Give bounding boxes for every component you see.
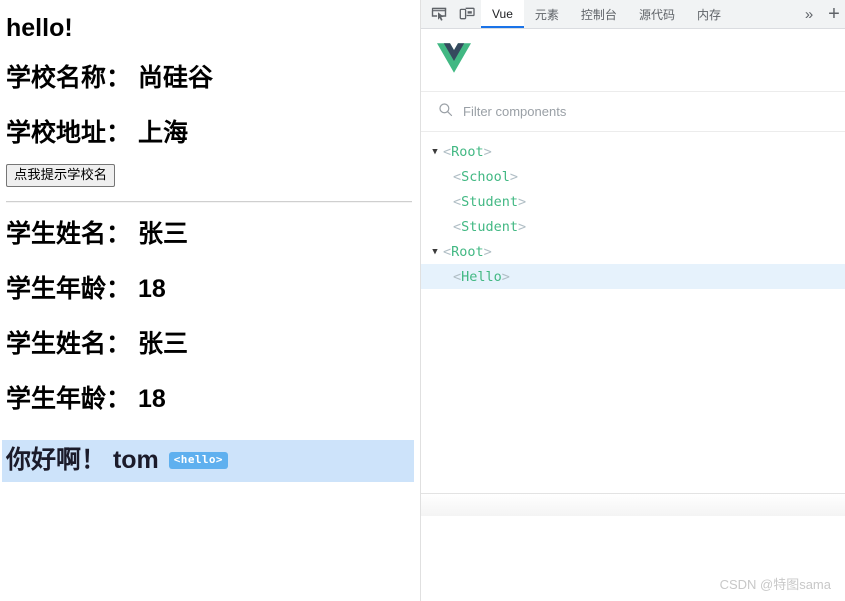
chevron-down-icon[interactable]: ▼ bbox=[427, 147, 443, 157]
tab-vue[interactable]: Vue bbox=[481, 0, 524, 28]
component-filter-row[interactable] bbox=[421, 92, 845, 132]
filter-components-input[interactable] bbox=[463, 104, 713, 119]
toolbar-spacer bbox=[732, 0, 795, 28]
tag-close-bracket: > bbox=[518, 219, 526, 235]
vue-logo-icon bbox=[437, 43, 471, 78]
spacer bbox=[6, 147, 412, 164]
vue-devtools-logo-area bbox=[421, 29, 845, 92]
chevron-down-icon[interactable]: ▼ bbox=[427, 247, 443, 257]
hello-tag-badge: <hello> bbox=[169, 452, 228, 469]
tab-elements[interactable]: 元素 bbox=[524, 0, 570, 28]
spacer bbox=[6, 92, 412, 119]
spacer bbox=[6, 358, 412, 385]
tag-open-bracket: < bbox=[453, 269, 461, 285]
rendered-page-pane: hello! 学校名称： 尚硅谷 学校地址： 上海 点我提示学校名 学生姓名： … bbox=[0, 0, 420, 601]
spacer bbox=[6, 303, 412, 330]
device-toolbar-icon[interactable] bbox=[453, 0, 481, 28]
tag-close-bracket: > bbox=[518, 194, 526, 210]
devtools-pane: Vue 元素 控制台 源代码 内存 » + bbox=[420, 0, 845, 601]
tag-open-bracket: < bbox=[453, 194, 461, 210]
spacer bbox=[6, 42, 412, 64]
devtools-bottom-bar bbox=[421, 493, 845, 516]
tag-open-bracket: < bbox=[443, 244, 451, 260]
tag-open-bracket: < bbox=[453, 169, 461, 185]
more-tabs-chevron-icon[interactable]: » bbox=[795, 0, 823, 28]
tag-open-bracket: < bbox=[453, 219, 461, 235]
school-address-line: 学校地址： 上海 bbox=[6, 119, 412, 147]
spacer bbox=[6, 413, 412, 440]
school-name-line: 学校名称： 尚硅谷 bbox=[6, 64, 412, 92]
hello-component-row: 你好啊！ tom <hello> bbox=[2, 440, 414, 483]
tree-row[interactable]: <Student> bbox=[421, 189, 845, 214]
tree-node-label: Root bbox=[451, 244, 484, 260]
student-1-name-line: 学生姓名： 张三 bbox=[6, 220, 412, 248]
tag-close-bracket: > bbox=[502, 269, 510, 285]
search-icon bbox=[438, 102, 453, 122]
tree-node-label: Root bbox=[451, 144, 484, 160]
tree-row[interactable]: <Student> bbox=[421, 214, 845, 239]
student-2-name-line: 学生姓名： 张三 bbox=[6, 330, 412, 358]
tree-node-label: Hello bbox=[461, 269, 502, 285]
tree-node-label: Student bbox=[461, 194, 518, 210]
tree-row-selected[interactable]: <Hello> bbox=[421, 264, 845, 289]
tree-row[interactable]: ▼ <Root> bbox=[421, 139, 845, 164]
tag-close-bracket: > bbox=[510, 169, 518, 185]
app-root: hello! 学校名称： 尚硅谷 学校地址： 上海 点我提示学校名 学生姓名： … bbox=[0, 0, 845, 601]
spacer bbox=[6, 248, 412, 275]
tree-node-label: Student bbox=[461, 219, 518, 235]
devtools-toolbar: Vue 元素 控制台 源代码 内存 » + bbox=[421, 0, 845, 29]
hello-greeting-text: 你好啊！ tom bbox=[6, 447, 159, 475]
tree-row[interactable]: <School> bbox=[421, 164, 845, 189]
page-title: hello! bbox=[6, 0, 412, 42]
tag-open-bracket: < bbox=[443, 144, 451, 160]
student-2-age-line: 学生年龄： 18 bbox=[6, 385, 412, 413]
tab-sources[interactable]: 源代码 bbox=[628, 0, 686, 28]
tree-node-label: School bbox=[461, 169, 510, 185]
show-school-name-button[interactable]: 点我提示学校名 bbox=[6, 164, 115, 187]
tab-console[interactable]: 控制台 bbox=[570, 0, 628, 28]
tree-row[interactable]: ▼ <Root> bbox=[421, 239, 845, 264]
student-1-age-line: 学生年龄： 18 bbox=[6, 275, 412, 303]
tag-close-bracket: > bbox=[484, 244, 492, 260]
inspect-element-icon[interactable] bbox=[425, 0, 453, 28]
component-tree: ▼ <Root> <School> <Student> <Student> ▼ … bbox=[421, 132, 845, 493]
tag-close-bracket: > bbox=[484, 144, 492, 160]
add-tab-icon[interactable]: + bbox=[823, 0, 845, 28]
devtools-footer-fill bbox=[421, 516, 845, 601]
tab-memory[interactable]: 内存 bbox=[686, 0, 732, 28]
spacer bbox=[6, 203, 412, 220]
